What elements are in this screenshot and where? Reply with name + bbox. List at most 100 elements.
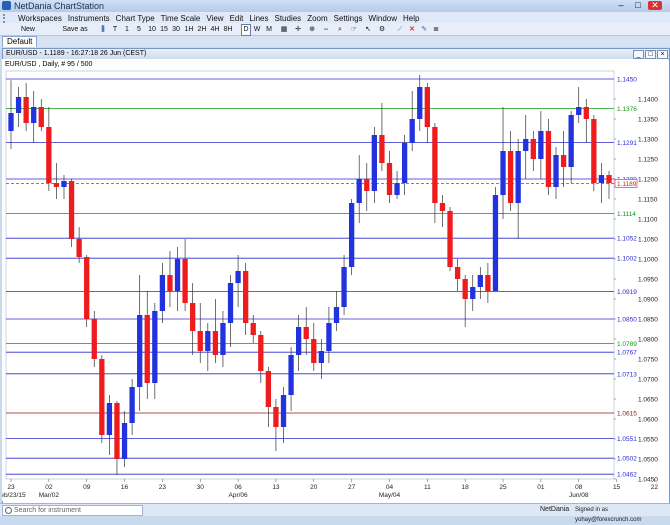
candle[interactable] xyxy=(492,187,499,291)
x-tick-label: 09 xyxy=(83,484,91,491)
fibonacci-icon[interactable]: ≣ xyxy=(430,24,442,36)
x-month-label: Apr/06 xyxy=(229,492,249,499)
close-button[interactable]: ✕ xyxy=(648,1,662,10)
candle-body xyxy=(167,275,173,291)
candle-body xyxy=(394,183,400,195)
trendline-icon[interactable]: ⟋ xyxy=(394,24,406,36)
candle-body xyxy=(38,107,44,127)
candle-body xyxy=(197,331,203,351)
candle-body xyxy=(258,335,264,371)
bar-chart-icon[interactable]: ⫼ xyxy=(96,24,110,36)
cursor-icon[interactable]: ↖ xyxy=(362,24,374,36)
y-tick-label: 1.1300 xyxy=(638,137,658,144)
tab-bar: Default xyxy=(0,36,670,47)
search-placeholder: Search for instrument xyxy=(14,507,81,514)
y-tick-label: 1.1350 xyxy=(638,117,658,124)
chart-subheader: EUR/USD , Daily, # 95 / 500 xyxy=(5,61,93,68)
timeframe-1h[interactable]: 1H xyxy=(183,24,195,36)
zoom-icon[interactable]: ⊕ xyxy=(306,24,318,36)
candle-body xyxy=(409,119,415,143)
chart-header-text: EUR/USD - 1.1189 - 16:27:18 26 Jun (CEST… xyxy=(6,50,147,57)
candle[interactable] xyxy=(99,355,105,443)
chart-close-icon[interactable]: × xyxy=(657,50,668,59)
chart-settings-icon[interactable]: ⚙ xyxy=(376,24,388,36)
save-as-button[interactable]: Save as xyxy=(58,24,92,36)
candle-body xyxy=(23,97,29,123)
candle[interactable] xyxy=(591,115,597,191)
tab-default[interactable]: Default xyxy=(2,36,38,47)
maximize-button[interactable]: □ xyxy=(631,1,645,10)
candle-body xyxy=(598,175,605,183)
delete-icon[interactable]: ✕ xyxy=(406,24,418,36)
candle-body xyxy=(137,315,143,387)
timeframe-10[interactable]: 10 xyxy=(146,24,158,36)
y-tick-label: 1.0850 xyxy=(638,317,658,324)
x-tick-label: 08 xyxy=(575,484,583,491)
chart-minimize-icon[interactable]: _ xyxy=(633,50,644,59)
candle-body xyxy=(576,107,582,115)
timeframe-m[interactable]: M xyxy=(264,24,274,36)
candlestick-chart[interactable]: 1.14501.13761.12911.12001.11141.10521.10… xyxy=(2,59,668,501)
magnify-icon[interactable]: ⌕ xyxy=(334,24,346,36)
candle-body xyxy=(485,275,491,291)
candle-body xyxy=(560,155,567,167)
candle-body xyxy=(348,203,355,267)
candle-body xyxy=(99,359,105,435)
timeframe-5[interactable]: 5 xyxy=(134,24,144,36)
candle-body xyxy=(439,203,446,211)
candle-body xyxy=(31,107,37,123)
candle[interactable] xyxy=(447,207,453,271)
price-level-label: 1.1376 xyxy=(617,106,637,113)
candle-body xyxy=(379,135,385,163)
candle-body xyxy=(507,151,514,203)
candle-body xyxy=(311,339,317,363)
y-tick-label: 1.1400 xyxy=(638,97,658,104)
scroll-icon[interactable]: ⇔ xyxy=(320,24,332,36)
price-level-label: 1.1450 xyxy=(617,77,637,84)
timeframe-30[interactable]: 30 xyxy=(170,24,182,36)
timeframe-d[interactable]: D xyxy=(241,24,251,36)
candle-body xyxy=(106,403,113,435)
candle-body xyxy=(114,403,120,459)
x-tick-label: 23 xyxy=(159,484,167,491)
minimize-button[interactable]: – xyxy=(614,1,628,10)
candle[interactable] xyxy=(84,255,90,327)
candle-body xyxy=(424,87,430,127)
candle-body xyxy=(280,395,287,427)
candle-body xyxy=(182,259,188,303)
y-tick-label: 1.0650 xyxy=(638,397,658,404)
candle-body xyxy=(303,327,309,339)
toolbar: New Save as ⫼ T 1 5 10 15 30 1H 2H 4H 8H… xyxy=(0,23,670,36)
timeframe-w[interactable]: W xyxy=(252,24,262,36)
crosshair-icon[interactable]: ✛ xyxy=(292,24,304,36)
grip-icon xyxy=(3,13,15,23)
candle-body xyxy=(454,267,461,279)
candle-body xyxy=(318,351,325,363)
chart-maximize-icon[interactable]: □ xyxy=(645,50,656,59)
timeframe-2h[interactable]: 2H xyxy=(196,24,208,36)
candle[interactable] xyxy=(348,199,355,275)
grid-icon[interactable]: ▦ xyxy=(278,24,290,36)
y-tick-label: 1.1250 xyxy=(638,157,658,164)
candle-body xyxy=(250,323,256,335)
timeframe-15[interactable]: 15 xyxy=(158,24,170,36)
candle-body xyxy=(152,311,158,383)
candle[interactable] xyxy=(68,179,75,247)
candle-body xyxy=(500,151,506,195)
candle-body xyxy=(61,181,67,187)
draw-icon[interactable]: ✎ xyxy=(418,24,430,36)
timeframe-1[interactable]: 1 xyxy=(122,24,132,36)
timeframe-t[interactable]: T xyxy=(110,24,120,36)
x-tick-label: 06 xyxy=(234,484,242,491)
instrument-search-field[interactable]: Search for instrument xyxy=(2,505,143,516)
candle-body xyxy=(386,163,393,195)
new-button[interactable]: New xyxy=(18,24,38,36)
candle[interactable] xyxy=(91,311,97,367)
candle-body xyxy=(356,179,362,203)
timeframe-8h[interactable]: 8H xyxy=(222,24,234,36)
candle-body xyxy=(583,107,589,119)
price-level-label: 1.0767 xyxy=(617,350,637,357)
timeframe-4h[interactable]: 4H xyxy=(209,24,221,36)
y-tick-label: 1.0500 xyxy=(638,457,658,464)
hand-icon[interactable]: ☞ xyxy=(348,24,360,36)
